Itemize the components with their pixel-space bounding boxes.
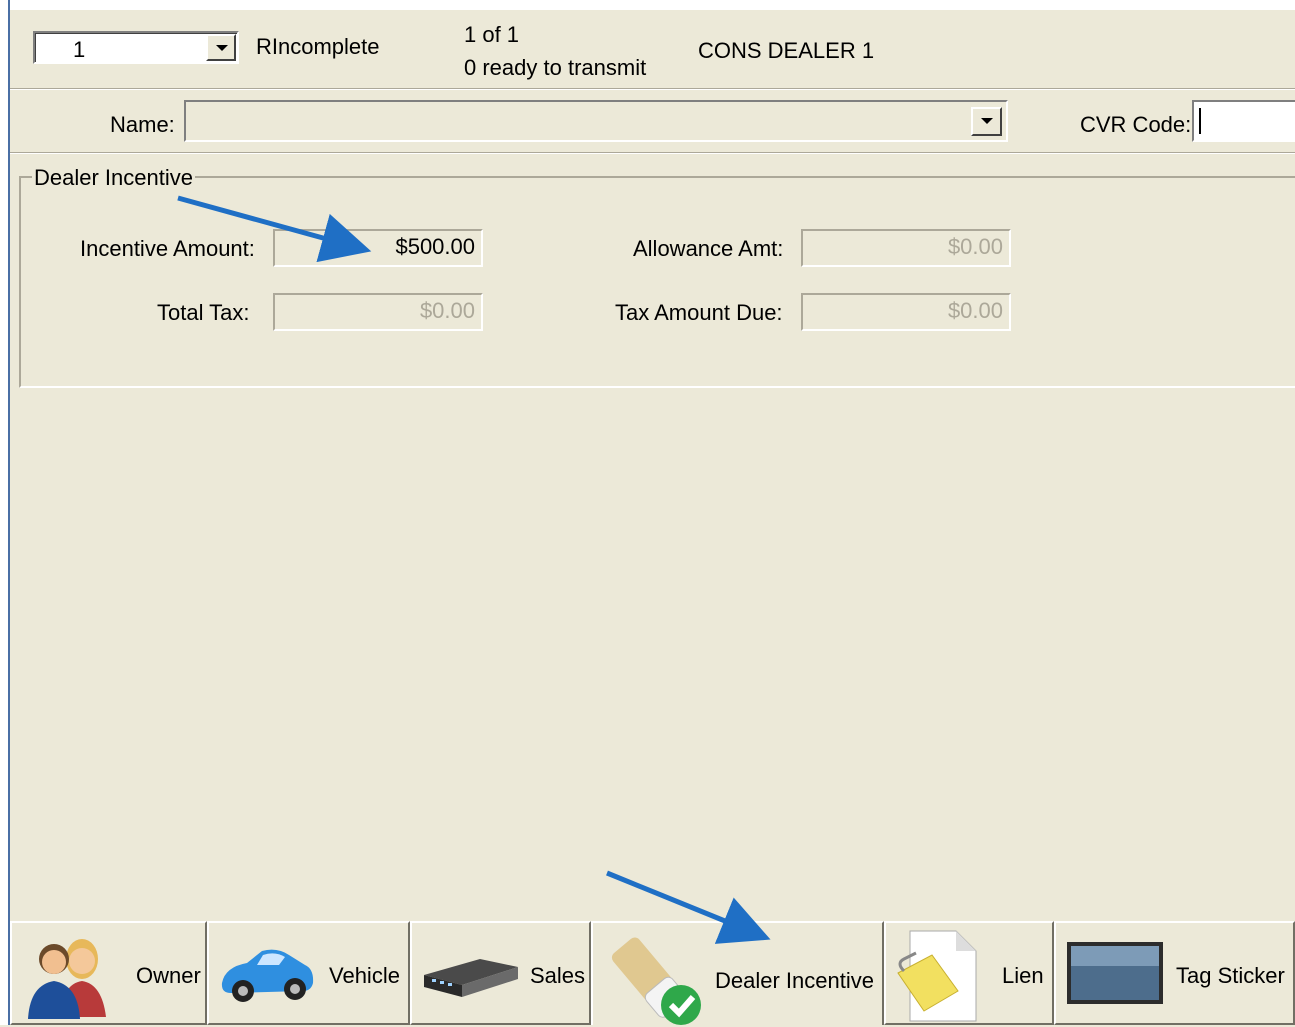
header-divider — [10, 88, 1295, 90]
cvr-code-input[interactable] — [1192, 100, 1295, 142]
tab-dealer-incentive-label: Dealer Incentive — [715, 968, 874, 993]
ready-to-transmit-text: 0 ready to transmit — [464, 55, 647, 80]
record-number-dropdown[interactable]: 1 — [33, 31, 239, 64]
car-icon — [221, 949, 314, 1002]
tab-tag-sticker-label: Tag Sticker — [1176, 963, 1285, 988]
record-position: 1 of 1 — [464, 22, 520, 47]
total-tax-field[interactable]: $0.00 — [273, 293, 483, 331]
tab-sales[interactable]: Sales — [410, 921, 591, 1025]
tab-tag-sticker[interactable]: Tag Sticker — [1054, 921, 1295, 1025]
allowance-amt-label: Allowance Amt: — [633, 236, 784, 261]
tab-owner-label: Owner — [136, 963, 201, 988]
window-top-edge — [10, 0, 1295, 10]
name-dropdown[interactable] — [184, 100, 1008, 142]
tab-owner[interactable]: Owner — [10, 921, 207, 1025]
tax-amount-due-label: Tax Amount Due: — [615, 300, 783, 325]
document-clip-icon — [897, 930, 977, 1022]
tab-vehicle-label: Vehicle — [329, 963, 400, 988]
eraser-check-icon — [611, 937, 701, 1025]
name-label: Name: — [110, 112, 175, 137]
incentive-amount-field[interactable]: $500.00 — [273, 229, 483, 267]
tab-dealer-incentive[interactable]: Dealer Incentive — [591, 921, 884, 1025]
record-number-value: 1 — [73, 37, 86, 62]
record-status: RIncomplete — [256, 34, 380, 59]
tab-lien[interactable]: Lien — [884, 921, 1054, 1025]
dealer-name: CONS DEALER 1 — [698, 38, 875, 63]
chevron-down-icon[interactable] — [971, 107, 1002, 136]
sticker-panel-icon — [1067, 942, 1163, 1004]
name-row-divider — [10, 152, 1295, 154]
tax-amount-due-field[interactable]: $0.00 — [801, 293, 1011, 331]
total-tax-label: Total Tax: — [157, 300, 250, 325]
owner-people-icon — [28, 939, 106, 1019]
incentive-amount-label: Incentive Amount: — [80, 236, 255, 261]
window-left-edge — [0, 0, 10, 1025]
allowance-amt-field[interactable]: $0.00 — [801, 229, 1011, 267]
network-switch-icon — [424, 959, 518, 997]
tab-sales-label: Sales — [530, 963, 586, 988]
tab-lien-label: Lien — [1002, 963, 1044, 988]
text-caret — [1199, 108, 1201, 134]
cvr-code-label: CVR Code: — [1080, 112, 1192, 137]
dealer-incentive-group — [19, 176, 1295, 388]
dealer-incentive-group-title: Dealer Incentive — [32, 165, 195, 191]
chevron-down-icon[interactable] — [206, 34, 236, 61]
tab-vehicle[interactable]: Vehicle — [207, 921, 410, 1025]
